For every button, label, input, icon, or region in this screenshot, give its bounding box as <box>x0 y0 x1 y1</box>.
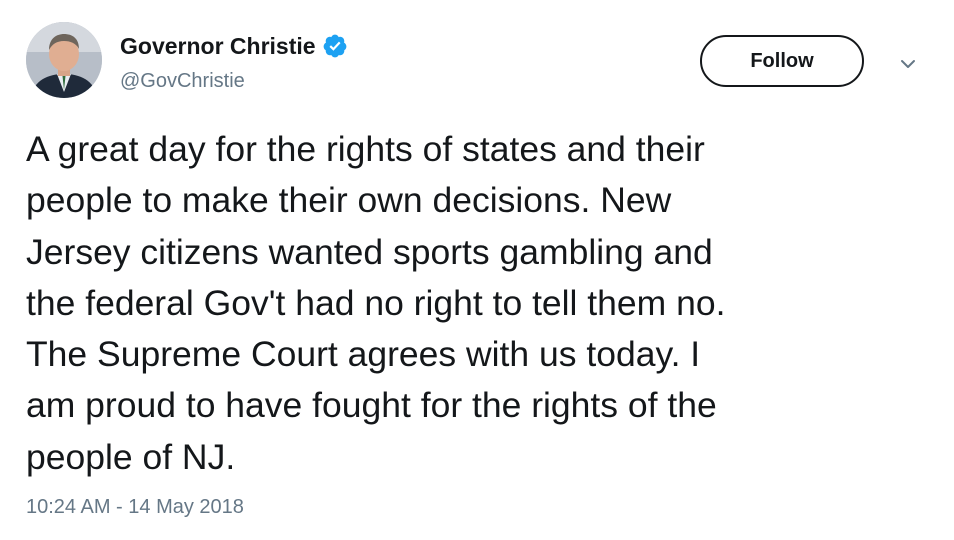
tweet-timestamp[interactable]: 10:24 AM - 14 May 2018 <box>26 496 244 519</box>
tweet-line: A great day for the rights of states and… <box>26 129 705 169</box>
follow-button[interactable]: Follow <box>700 35 864 87</box>
tweet-line: The Supreme Court agrees with us today. … <box>26 334 701 375</box>
chevron-down-icon[interactable] <box>896 52 920 76</box>
tweet-line: people of NJ. <box>26 436 236 477</box>
author-display-name[interactable]: Governor Christie <box>120 33 316 60</box>
tweet-line: people to make their own decisions. New <box>26 180 672 221</box>
author-handle[interactable]: @GovChristie <box>120 70 245 93</box>
tweet-line: the federal Gov't had no right to tell t… <box>26 282 726 323</box>
avatar[interactable] <box>26 22 102 98</box>
author-name-row: Governor Christie <box>120 30 348 62</box>
tweet-text: A great day for the rights of states and… <box>26 124 931 483</box>
tweet-line: Jersey citizens wanted sports gambling a… <box>26 231 713 272</box>
tweet-line: am proud to have fought for the rights o… <box>26 385 717 426</box>
profile-photo-icon <box>26 22 102 98</box>
verified-badge-icon <box>322 33 348 59</box>
tweet-card: Governor Christie @GovChristie Follow A … <box>0 0 954 540</box>
